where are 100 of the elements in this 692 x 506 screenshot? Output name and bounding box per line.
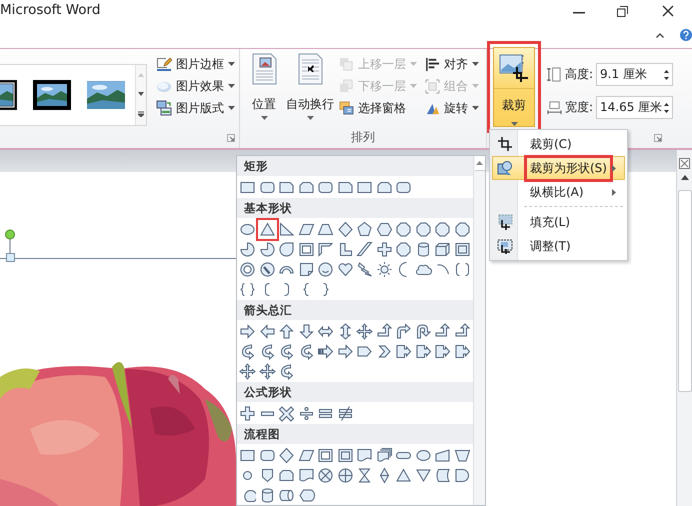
- bent-up-arrow-icon[interactable]: [434, 322, 452, 340]
- lightning-bolt-icon[interactable]: [356, 260, 374, 278]
- crop-button[interactable]: 裁剪: [493, 47, 535, 127]
- stored-data-icon[interactable]: [434, 466, 452, 484]
- cross-icon[interactable]: [239, 404, 256, 422]
- size-field[interactable]: 9.1 厘米: [596, 63, 674, 86]
- menu-item[interactable]: 填充(L): [492, 210, 625, 234]
- delay-icon[interactable]: [454, 466, 471, 484]
- heart-icon[interactable]: [336, 260, 354, 278]
- octagon-icon[interactable]: [414, 220, 432, 238]
- or-junction-icon[interactable]: [336, 466, 354, 484]
- four-way-arrow-icon[interactable]: [258, 362, 276, 380]
- braces-icon[interactable]: [239, 280, 256, 298]
- merge-icon[interactable]: [414, 466, 432, 484]
- collapse-ribbon-icon[interactable]: [656, 33, 664, 38]
- curved-arrow-icon[interactable]: [278, 342, 296, 360]
- position-button[interactable]: 位置: [245, 49, 283, 148]
- menu-item[interactable]: 裁剪为形状(S): [492, 156, 625, 180]
- bevel-icon[interactable]: [454, 240, 471, 258]
- arrow-icon[interactable]: [336, 342, 354, 360]
- divide-icon[interactable]: [298, 404, 315, 422]
- multidocument-icon[interactable]: [376, 446, 393, 464]
- wrap-text-button[interactable]: 自动换行: [283, 49, 337, 148]
- bent-up-arrow-icon[interactable]: [376, 322, 393, 340]
- summing-junction-icon[interactable]: [317, 466, 334, 484]
- menu-item[interactable]: 纵横比(A): [492, 180, 625, 204]
- picture-option-button[interactable]: 图片边框: [154, 54, 237, 74]
- collate-icon[interactable]: [356, 466, 374, 484]
- folded-corner-icon[interactable]: [298, 260, 315, 278]
- help-icon[interactable]: [680, 29, 692, 41]
- sun-icon[interactable]: [376, 260, 393, 278]
- document-icon[interactable]: [298, 466, 315, 484]
- not-equal-icon[interactable]: [336, 404, 354, 422]
- triangle-icon[interactable]: [395, 466, 412, 484]
- chevron-icon[interactable]: [376, 342, 393, 360]
- cube-icon[interactable]: [434, 240, 452, 258]
- brackets-icon[interactable]: [454, 260, 471, 278]
- picture-option-button[interactable]: 图片效果: [154, 76, 237, 96]
- octagon-icon[interactable]: [395, 220, 412, 238]
- donut-icon[interactable]: [239, 260, 256, 278]
- cross-icon[interactable]: [376, 240, 393, 258]
- diamond-icon[interactable]: [278, 446, 296, 464]
- pentagon-icon[interactable]: [356, 220, 374, 238]
- arrow-icon[interactable]: [239, 322, 256, 340]
- scroll-down-icon[interactable]: [138, 92, 144, 96]
- arrange-button[interactable]: 选择窗格: [337, 98, 419, 118]
- document-icon[interactable]: [356, 446, 374, 464]
- half-frame-icon[interactable]: [317, 240, 334, 258]
- curved-arrow-icon[interactable]: [239, 342, 256, 360]
- menu-item[interactable]: 调整(T): [492, 234, 625, 258]
- ruler-toggle-icon[interactable]: [679, 158, 690, 169]
- right-triangle-icon[interactable]: [278, 220, 296, 238]
- u-turn-arrow-icon[interactable]: [414, 322, 432, 340]
- arrange-button[interactable]: 对齐: [423, 54, 481, 74]
- spin-up-icon[interactable]: [664, 70, 670, 72]
- arrow-icon[interactable]: [278, 322, 296, 340]
- arrow-icon[interactable]: [258, 322, 276, 340]
- arrow-icon[interactable]: [298, 322, 315, 340]
- frame-icon[interactable]: [317, 446, 334, 464]
- pie-icon[interactable]: [239, 240, 256, 258]
- smiley-icon[interactable]: [317, 260, 334, 278]
- no-symbol-icon[interactable]: [258, 260, 276, 278]
- curved-arrow-icon[interactable]: [278, 362, 296, 380]
- octagon-icon[interactable]: [395, 240, 412, 258]
- menu-item[interactable]: 裁剪(C): [492, 132, 625, 156]
- more-icon[interactable]: [138, 111, 144, 118]
- teardrop-icon[interactable]: [278, 240, 296, 258]
- manual-input-icon[interactable]: [434, 446, 452, 464]
- spin-down-icon[interactable]: [664, 76, 670, 80]
- octagon-icon[interactable]: [454, 220, 471, 238]
- arrow-callout-icon[interactable]: [395, 342, 412, 360]
- scroll-up-button[interactable]: [474, 156, 484, 171]
- bevel-icon[interactable]: [336, 446, 354, 464]
- multiply-icon[interactable]: [278, 404, 296, 422]
- bent-up-arrow-icon[interactable]: [454, 322, 471, 340]
- diagonal-stripe-icon[interactable]: [356, 240, 374, 258]
- spin-down-icon[interactable]: [664, 110, 670, 112]
- arrange-button[interactable]: 旋转: [423, 98, 481, 118]
- picture-option-button[interactable]: 图片版式: [154, 98, 237, 118]
- scroll-up-icon[interactable]: [680, 175, 688, 180]
- close-icon[interactable]: [662, 5, 674, 17]
- pie-icon[interactable]: [258, 240, 276, 258]
- resize-handle[interactable]: [6, 253, 15, 262]
- size-field[interactable]: 14.65 厘米: [596, 96, 674, 119]
- frame-icon[interactable]: [298, 240, 315, 258]
- spin-up-icon[interactable]: [664, 102, 670, 106]
- arrow-callout-icon[interactable]: [434, 342, 452, 360]
- striped-arrow-icon[interactable]: [317, 342, 334, 360]
- hexagon-icon[interactable]: [376, 220, 393, 238]
- octagon-icon[interactable]: [434, 220, 452, 238]
- diamond-icon[interactable]: [336, 220, 354, 238]
- bent-arrow-icon[interactable]: [395, 322, 412, 340]
- scroll-thumb[interactable]: [678, 190, 692, 392]
- display-icon[interactable]: [298, 486, 315, 504]
- four-way-arrow-icon[interactable]: [356, 322, 374, 340]
- four-way-arrow-icon[interactable]: [239, 362, 256, 380]
- dialog-launcher-icon[interactable]: [654, 134, 662, 142]
- arrow-callout-icon[interactable]: [454, 342, 471, 360]
- arrow-callout-icon[interactable]: [414, 342, 432, 360]
- dialog-launcher-icon[interactable]: [227, 134, 235, 142]
